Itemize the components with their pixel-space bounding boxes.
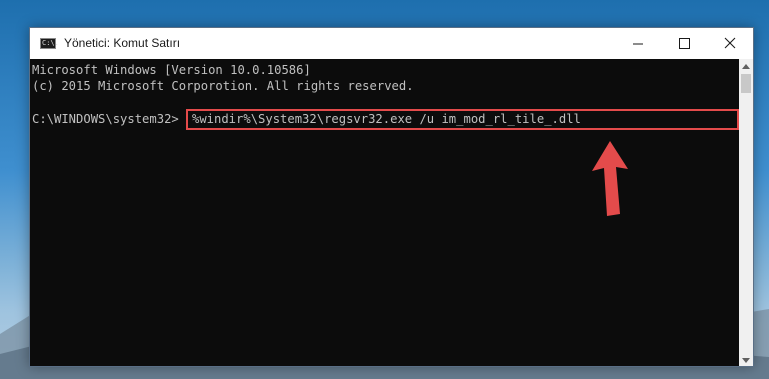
close-icon [724, 37, 736, 49]
window-title: Yönetici: Komut Satırı [64, 36, 181, 50]
console-command[interactable]: %windir%\System32\regsvr32.exe /u im_mod… [192, 111, 581, 127]
minimize-button[interactable] [615, 28, 661, 59]
vertical-scrollbar[interactable] [739, 59, 753, 366]
console-area[interactable]: Microsoft Windows [Version 10.0.10586] (… [30, 59, 739, 366]
close-button[interactable] [707, 28, 753, 59]
scroll-thumb[interactable] [741, 74, 751, 93]
scroll-up-button[interactable] [739, 59, 753, 73]
chevron-down-icon [742, 358, 750, 363]
command-prompt-icon: C:\. [40, 38, 59, 49]
scroll-down-button[interactable] [739, 352, 753, 366]
console-line: Microsoft Windows [Version 10.0.10586] [32, 63, 311, 77]
command-prompt-window: C:\. Yönetici: Komut Satırı Microsoft Wi… [29, 27, 754, 367]
app-icon-label: C:\. [42, 39, 59, 47]
arrow-up-icon [592, 141, 628, 216]
title-bar[interactable]: C:\. Yönetici: Komut Satırı [30, 28, 753, 59]
console-line: (c) 2015 Microsoft Corporotion. All righ… [32, 79, 414, 93]
chevron-up-icon [742, 64, 750, 69]
maximize-button[interactable] [661, 28, 707, 59]
maximize-icon [679, 38, 690, 49]
minimize-icon [633, 43, 643, 45]
console-prompt: C:\WINDOWS\system32> [32, 112, 179, 126]
